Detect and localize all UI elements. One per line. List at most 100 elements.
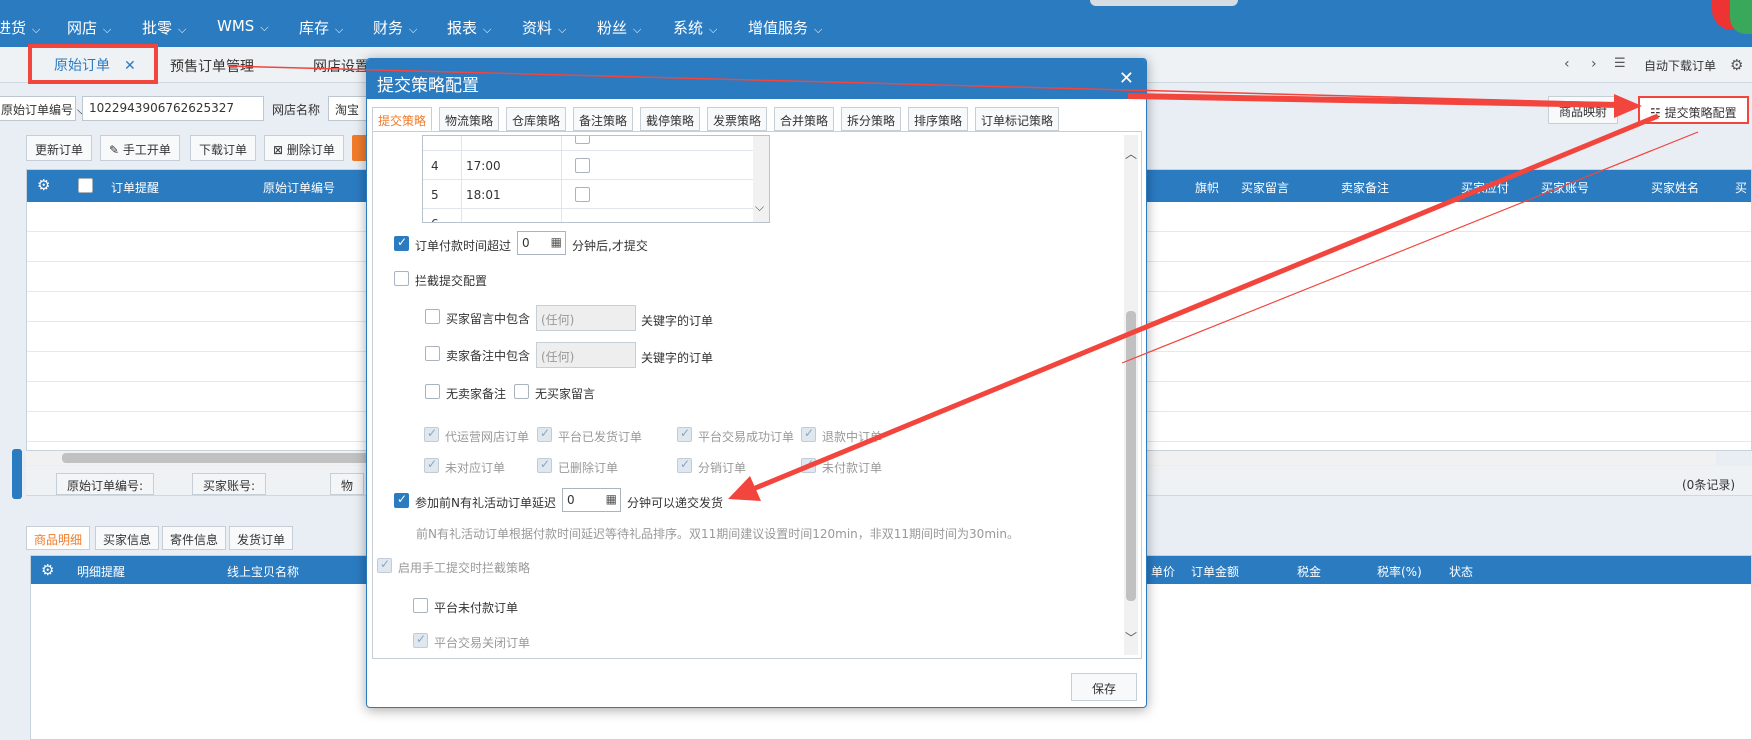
save-button[interactable]: 保存 [1071, 673, 1137, 701]
row-time[interactable]: 17:00 [466, 159, 501, 173]
chevron-right-icon[interactable]: › [1591, 56, 1597, 72]
tab-merge-policy[interactable]: 合并策略 [774, 107, 835, 131]
tab-warehouse-policy[interactable]: 仓库策略 [506, 107, 567, 131]
col-online-item-name[interactable]: 线上宝贝名称 [227, 563, 299, 580]
submit-policy-config-button[interactable]: ☷ 提交策略配置 [1638, 96, 1749, 124]
col-buyer-payable[interactable]: 买家应付 [1461, 179, 1509, 196]
nav-item-value-added[interactable]: 增值服务 ⌵ [748, 17, 822, 38]
buyer-message-checkbox[interactable] [425, 309, 440, 324]
seller-note-checkbox[interactable] [425, 346, 440, 361]
nav-item-stock[interactable]: 库存 ⌵ [299, 17, 343, 38]
shop-name-select[interactable]: 淘宝 [328, 96, 368, 121]
keyword-suffix: 关键字的订单 [641, 351, 714, 365]
chevron-down-icon: ⌵ [483, 23, 492, 36]
no-buyer-message-checkbox[interactable] [514, 384, 529, 399]
order-type-select[interactable]: 原始订单编号 ⌵ [0, 96, 86, 121]
chevron-left-icon[interactable]: ‹ [1564, 56, 1570, 72]
row-number: 5 [431, 188, 439, 202]
row-checkbox[interactable] [575, 158, 590, 173]
gift-delay-input[interactable]: 0 ▦ [562, 488, 621, 512]
tab-stop-policy[interactable]: 截停策略 [640, 107, 701, 131]
nav-item-wms[interactable]: WMS ⌵ [217, 17, 269, 35]
col-buyer-account[interactable]: 买家账号 [1541, 179, 1589, 196]
nav-item-report[interactable]: 报表 ⌵ [447, 17, 491, 38]
pay-time-checkbox[interactable] [394, 235, 409, 251]
auto-download-button[interactable]: 自动下载订单 [1644, 57, 1716, 74]
nav-item-shop[interactable]: 网店 ⌵ [67, 17, 111, 38]
order-number-input[interactable]: 1022943906762625327 [82, 96, 264, 121]
col-buyer-name[interactable]: 买家姓名 [1651, 179, 1699, 196]
footer-field-truncated[interactable]: 物 [330, 473, 365, 495]
tab-shop-settings[interactable]: 网店设置 [313, 56, 369, 76]
row-number: 4 [431, 159, 439, 173]
scroll-thumb[interactable] [1126, 311, 1136, 601]
chevron-down-icon[interactable]: ﹀ [1125, 629, 1137, 646]
select-all-checkbox[interactable] [78, 178, 93, 193]
nav-item-fans[interactable]: 粉丝 ⌵ [597, 17, 641, 38]
col-tax[interactable]: 税金 [1297, 563, 1321, 580]
col-order-reminder[interactable]: 订单提醒 [111, 179, 159, 196]
tab-split-policy[interactable]: 拆分策略 [841, 107, 902, 131]
platform-unpaid-checkbox[interactable] [413, 598, 428, 613]
tab-item-details[interactable]: 商品明细 [26, 526, 91, 550]
tab-remark-policy[interactable]: 备注策略 [573, 107, 634, 131]
chevron-down-icon: ⌵ [178, 23, 187, 36]
row-checkbox[interactable] [575, 187, 590, 202]
delete-orders-button[interactable]: ⊠ 删除订单 [264, 135, 344, 161]
tab-invoice-policy[interactable]: 发票策略 [707, 107, 768, 131]
chevron-down-icon[interactable]: ⌵ [755, 200, 764, 215]
row-time[interactable]: 18:01 [466, 188, 501, 202]
nav-item-wholesale[interactable]: 批零 ⌵ [142, 17, 186, 38]
col-tax-rate[interactable]: 税率(%) [1377, 563, 1422, 580]
table-scrollbar[interactable]: ⌵ [753, 136, 769, 222]
nav-item-purchase[interactable]: 进货 ⌵ [0, 17, 40, 38]
close-icon[interactable]: ✕ [1119, 68, 1134, 89]
list-icon[interactable]: ☰ [1614, 56, 1626, 71]
tab-order-mark-policy[interactable]: 订单标记策略 [975, 107, 1060, 131]
calculator-icon[interactable]: ▦ [606, 492, 617, 506]
nav-item-system[interactable]: 系统 ⌵ [673, 17, 717, 38]
update-orders-button[interactable]: 更新订单 [26, 135, 93, 161]
col-seller-note[interactable]: 卖家备注 [1341, 179, 1389, 196]
gear-icon[interactable]: ⚙ [41, 561, 54, 579]
gift-delay-checkbox[interactable] [394, 492, 409, 508]
gear-icon[interactable]: ⚙ [37, 176, 50, 194]
col-original-order-no[interactable]: 原始订单编号 [263, 179, 335, 196]
col-order-amount[interactable]: 订单金额 [1191, 563, 1239, 580]
pay-time-input[interactable]: 0 ▦ [517, 231, 566, 255]
chevron-down-icon: ⌵ [103, 23, 112, 36]
col-status[interactable]: 状态 [1449, 563, 1473, 580]
tab-buyer-info[interactable]: 买家信息 [95, 526, 160, 550]
dialog-vertical-scrollbar[interactable]: ︿ ﹀ [1124, 135, 1138, 655]
download-orders-button[interactable]: 下载订单 [190, 135, 257, 161]
manual-order-button[interactable]: ✎ 手工开单 [100, 135, 180, 161]
no-seller-note-checkbox[interactable] [425, 384, 440, 399]
seller-note-keyword-input[interactable]: (任何) [536, 342, 636, 368]
col-buyer-message[interactable]: 买家留言 [1241, 179, 1289, 196]
footer-field-order-no[interactable]: 原始订单编号: [56, 473, 155, 495]
intercept-config-checkbox[interactable] [394, 271, 409, 286]
col-detail-reminder[interactable]: 明细提醒 [77, 563, 125, 580]
tab-sort-policy[interactable]: 排序策略 [908, 107, 969, 131]
row-checkbox[interactable] [575, 136, 590, 144]
calculator-icon[interactable]: ▦ [551, 235, 562, 249]
tab-presale-orders[interactable]: 预售订单管理 [170, 56, 254, 76]
nav-item-finance[interactable]: 财务 ⌵ [373, 17, 417, 38]
product-map-button[interactable]: 商品映射 [1548, 96, 1619, 124]
scroll-thumb[interactable] [62, 453, 372, 463]
nav-item-data[interactable]: 资料 ⌵ [522, 17, 566, 38]
buyer-message-keyword-input[interactable]: (任何) [536, 305, 636, 331]
collapse-handle[interactable] [12, 449, 22, 499]
user-pill[interactable] [1090, 0, 1238, 6]
col-flag[interactable]: 旗帜 [1195, 179, 1219, 196]
chevron-up-icon[interactable]: ︿ [1125, 145, 1137, 162]
col-unit-price[interactable]: 单价 [1151, 563, 1175, 580]
gear-icon[interactable]: ⚙ [1730, 56, 1743, 74]
col-truncated[interactable]: 买 [1735, 179, 1747, 196]
status-icon[interactable] [1730, 0, 1752, 34]
tab-sender-info[interactable]: 寄件信息 [162, 526, 227, 550]
tab-logistics-policy[interactable]: 物流策略 [439, 107, 500, 131]
footer-field-buyer-account[interactable]: 买家账号: [192, 473, 267, 495]
tab-shipping-orders[interactable]: 发货订单 [229, 526, 294, 550]
tab-submit-policy[interactable]: 提交策略 [372, 107, 433, 131]
